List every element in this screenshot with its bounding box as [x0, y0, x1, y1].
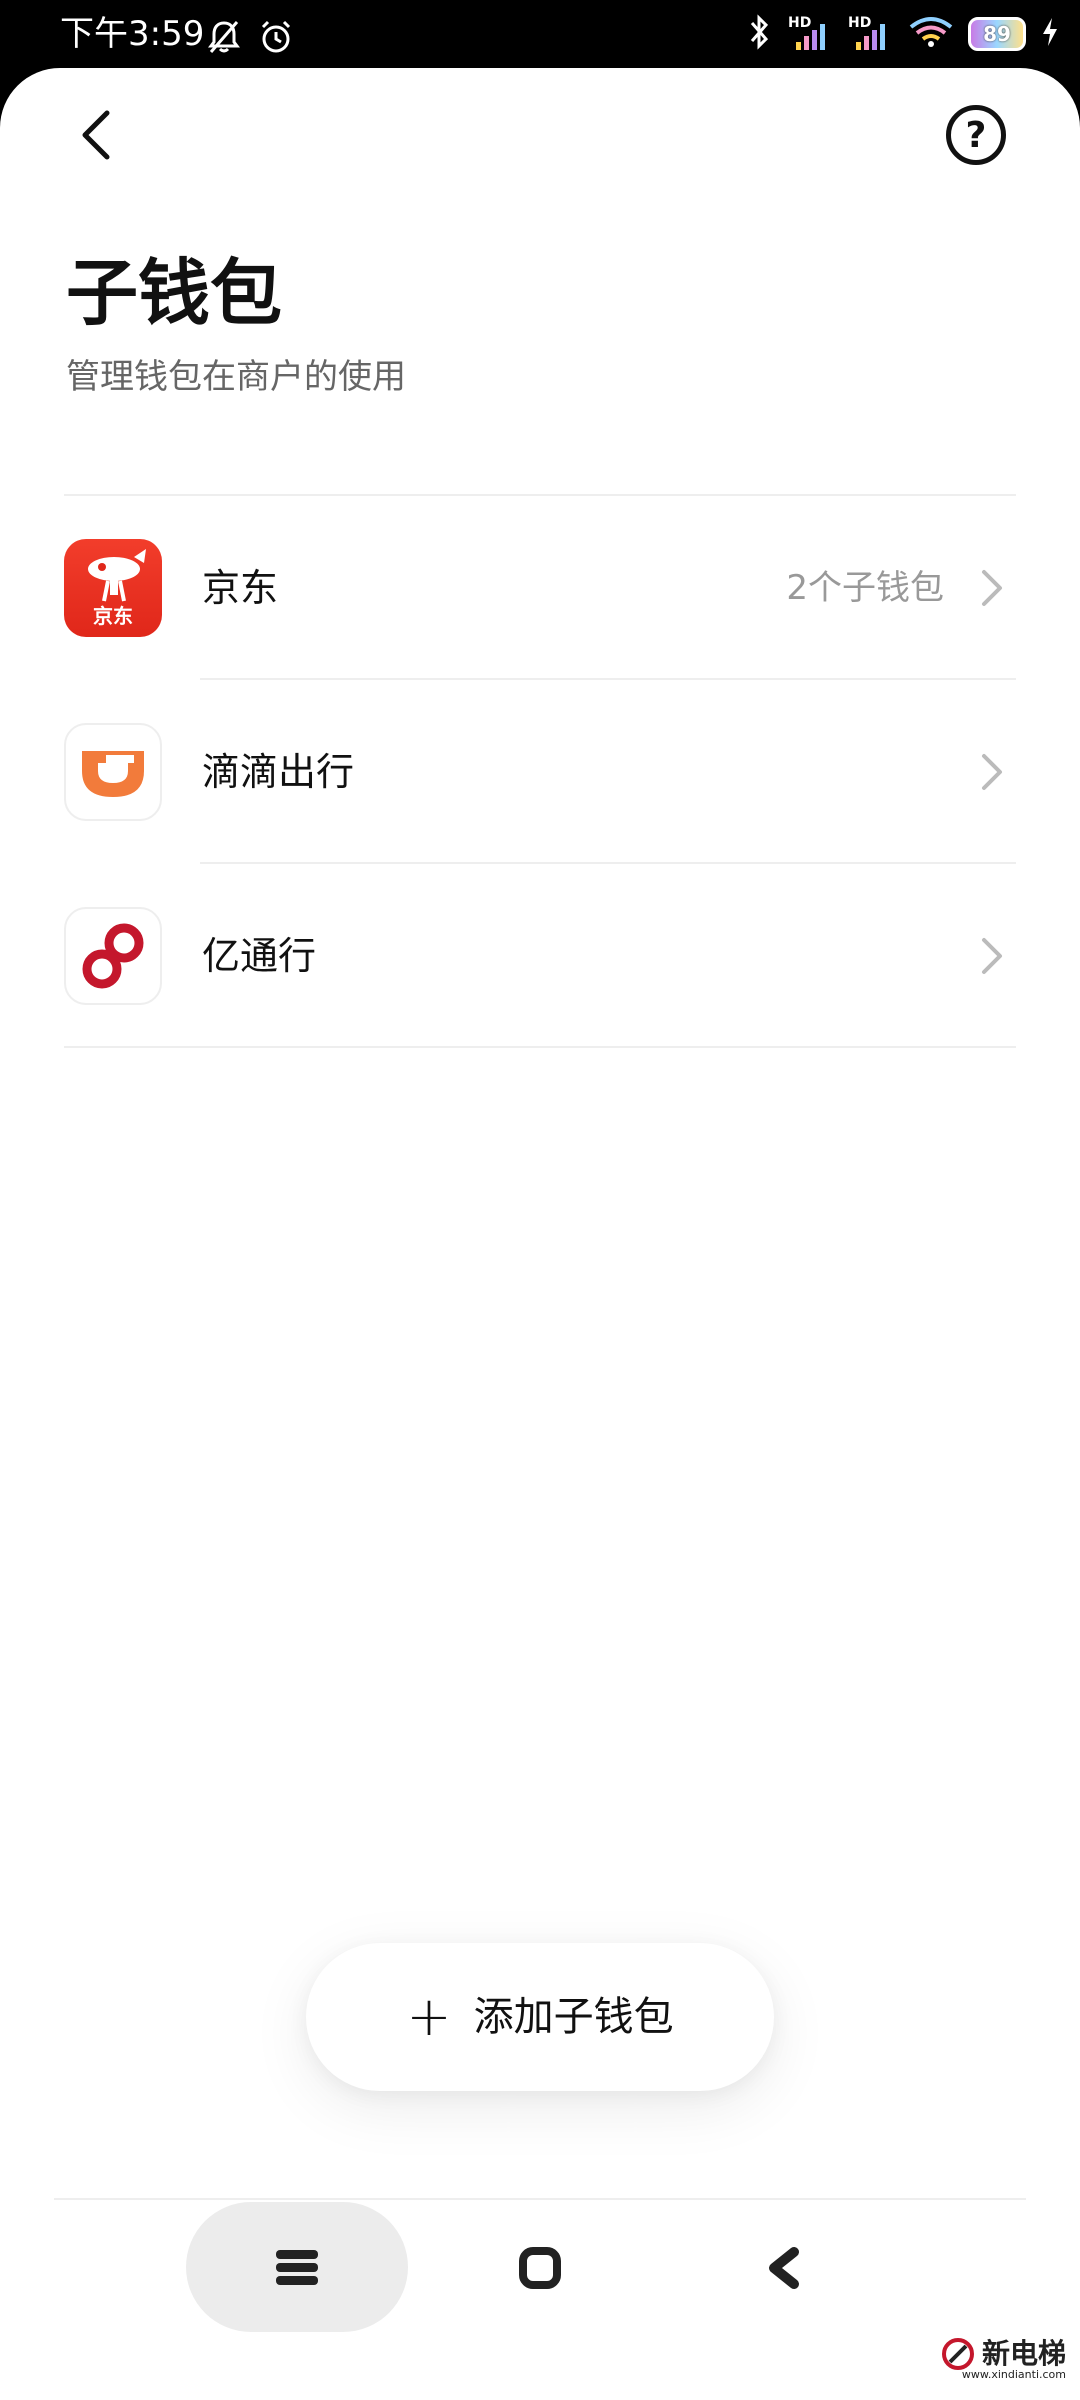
back-arrow-icon: [82, 110, 110, 160]
merchant-item-jd[interactable]: 京东 京东 2个子钱包: [0, 496, 1080, 680]
page-title: 子钱包: [66, 251, 283, 335]
battery-level: 89: [983, 22, 1011, 46]
watermark-url: www.xindianti.com: [961, 2368, 1066, 2381]
didi-app-icon: [64, 723, 162, 821]
status-right-icons: HD HD 89: [744, 14, 1060, 54]
nav-back-button[interactable]: [762, 2244, 806, 2292]
watermark: 新电梯 www.xindianti.com: [940, 2336, 1066, 2381]
chevron-right-icon: [982, 570, 1002, 606]
add-sub-wallet-button[interactable]: + 添加子钱包: [306, 1943, 774, 2091]
signal-icon-2: HD: [848, 16, 894, 52]
chevron-right-icon: [982, 938, 1002, 974]
bluetooth-icon: [744, 13, 774, 55]
status-bar: 下午3:59 HD HD 89: [0, 0, 1080, 68]
charging-icon: [1040, 16, 1060, 52]
merchant-item-yitongxing[interactable]: 亿通行: [0, 864, 1080, 1048]
watermark-logo-icon: [941, 2338, 974, 2370]
jd-icon-text: 京东: [93, 604, 133, 628]
merchant-name: 滴滴出行: [202, 750, 355, 794]
status-time: 下午3:59: [60, 14, 205, 54]
chevron-right-icon: [982, 754, 1002, 790]
jd-app-icon: 京东: [64, 539, 162, 637]
merchant-item-didi[interactable]: 滴滴出行: [0, 680, 1080, 864]
page-subtitle: 管理钱包在商户的使用: [66, 357, 406, 397]
back-button[interactable]: [62, 100, 132, 170]
nav-divider: [54, 2198, 1026, 2200]
signal-icon-1: HD: [788, 16, 834, 52]
yitongxing-app-icon: [64, 907, 162, 1005]
battery-indicator: 89: [968, 17, 1026, 51]
watermark-text: 新电梯: [981, 2337, 1066, 2370]
screen: 下午3:59 HD HD 89 ? 子钱包 管理钱包在商户的使用 京东 京东 2…: [0, 0, 1080, 2400]
merchant-list: 京东 京东 2个子钱包 滴滴出行 亿通行: [0, 496, 1080, 1048]
nav-recents-button[interactable]: [186, 2202, 408, 2332]
add-sub-wallet-label: 添加子钱包: [473, 1994, 674, 2040]
menu-icon: [276, 2250, 318, 2285]
help-question-icon: ?: [965, 114, 987, 156]
silent-bell-icon: [205, 18, 243, 60]
alarm-icon: [257, 18, 295, 60]
sub-wallet-count: 2个子钱包: [786, 568, 944, 608]
merchant-name: 亿通行: [202, 934, 317, 978]
status-left-icons: [205, 18, 295, 60]
row-divider: [64, 1046, 1016, 1048]
back-triangle-icon: [769, 2247, 799, 2289]
wifi-icon: [908, 13, 954, 55]
home-square-icon: [519, 2247, 561, 2289]
merchant-name: 京东: [202, 566, 279, 610]
plus-icon: +: [406, 1985, 452, 2048]
help-button[interactable]: ?: [946, 105, 1006, 165]
nav-home-button[interactable]: [516, 2244, 564, 2292]
